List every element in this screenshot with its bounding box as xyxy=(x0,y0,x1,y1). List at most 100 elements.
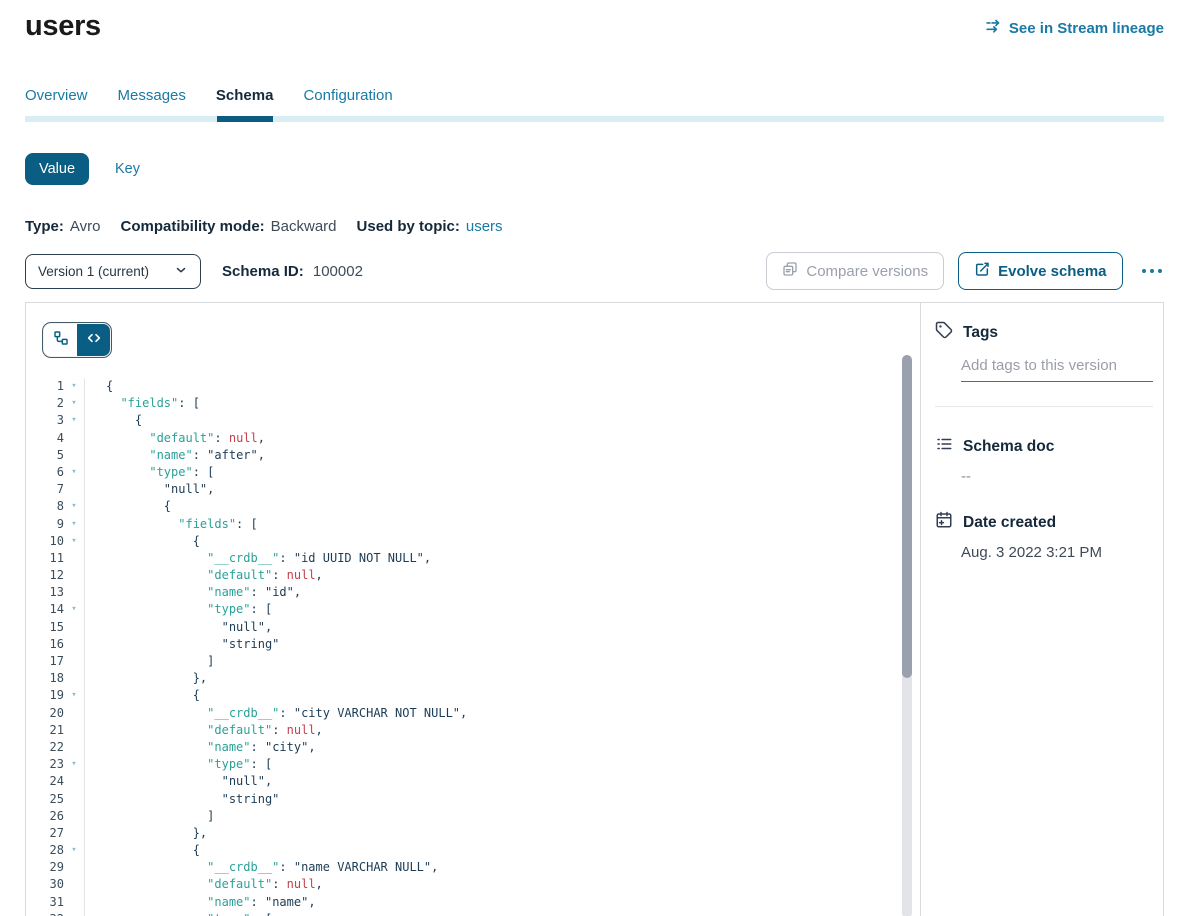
viewer-toggle xyxy=(43,323,111,357)
code-line: 11 "__crdb__": "id UUID NOT NULL", xyxy=(26,550,920,567)
caret-spacer xyxy=(64,859,84,876)
version-select[interactable]: Version 1 (current) xyxy=(25,254,201,289)
code-text: "__crdb__": "id UUID NOT NULL", xyxy=(84,550,920,567)
code-line: 18 }, xyxy=(26,670,920,687)
fold-caret-icon[interactable]: ▾ xyxy=(64,601,84,618)
more-options-button[interactable] xyxy=(1140,263,1165,280)
tab-schema[interactable]: Schema xyxy=(216,87,274,104)
compatibility-value: Backward xyxy=(271,218,337,235)
fold-caret-icon[interactable]: ▾ xyxy=(64,395,84,412)
schema-sidebar: Tags Schema doc -- xyxy=(921,303,1164,916)
tags-heading: Tags xyxy=(963,324,998,342)
date-created-section: Date created Aug. 3 2022 3:21 PM xyxy=(935,511,1153,561)
line-number: 17 xyxy=(26,653,64,670)
scrollbar-track[interactable] xyxy=(902,355,912,916)
type-label: Type: xyxy=(25,218,64,235)
code-line: 26 ] xyxy=(26,808,920,825)
code-view-button[interactable] xyxy=(77,324,110,356)
caret-spacer xyxy=(64,567,84,584)
scrollbar-thumb[interactable] xyxy=(902,355,912,678)
fold-caret-icon[interactable]: ▾ xyxy=(64,911,84,916)
list-icon xyxy=(935,435,953,458)
schema-page: users See in Stream lineage Overview Mes… xyxy=(0,0,1189,916)
fold-caret-icon[interactable]: ▾ xyxy=(64,842,84,859)
tree-view-button[interactable] xyxy=(44,324,77,356)
caret-spacer xyxy=(64,825,84,842)
schema-id-value: 100002 xyxy=(313,263,363,280)
code-text: { xyxy=(84,687,920,704)
fold-caret-icon[interactable]: ▾ xyxy=(64,687,84,704)
schema-panel: 1▾{2▾ "fields": [3▾ {4 "default": null,5… xyxy=(25,302,1164,916)
code-text: "name": "after", xyxy=(84,447,920,464)
code-line: 23▾ "type": [ xyxy=(26,756,920,773)
code-text: "null", xyxy=(84,773,920,790)
tab-messages[interactable]: Messages xyxy=(118,87,186,104)
code-text: }, xyxy=(84,670,920,687)
calendar-plus-icon xyxy=(935,511,953,534)
line-number: 8 xyxy=(26,498,64,515)
value-button[interactable]: Value xyxy=(25,153,89,185)
versions-icon xyxy=(782,261,798,281)
code-text: "__crdb__": "city VARCHAR NOT NULL", xyxy=(84,705,920,722)
line-number: 5 xyxy=(26,447,64,464)
tab-configuration[interactable]: Configuration xyxy=(303,87,392,104)
fold-caret-icon[interactable]: ▾ xyxy=(64,533,84,550)
code-line: 16 "string" xyxy=(26,636,920,653)
tags-section: Tags xyxy=(935,321,1153,407)
schema-meta: Type: Avro Compatibility mode: Backward … xyxy=(25,218,1164,235)
line-number: 29 xyxy=(26,859,64,876)
caret-spacer xyxy=(64,894,84,911)
code-line: 3▾ { xyxy=(26,412,920,429)
code-text: "type": [ xyxy=(84,756,920,773)
tags-input[interactable] xyxy=(961,357,1153,382)
code-text: "null", xyxy=(84,619,920,636)
fold-caret-icon[interactable]: ▾ xyxy=(64,756,84,773)
line-number: 2 xyxy=(26,395,64,412)
fold-caret-icon[interactable]: ▾ xyxy=(64,378,84,395)
tab-overview[interactable]: Overview xyxy=(25,87,88,104)
code-line: 24 "null", xyxy=(26,773,920,790)
code-text: "name": "city", xyxy=(84,739,920,756)
caret-spacer xyxy=(64,670,84,687)
tag-icon xyxy=(935,321,953,344)
line-number: 15 xyxy=(26,619,64,636)
fold-caret-icon[interactable]: ▾ xyxy=(64,498,84,515)
fold-caret-icon[interactable]: ▾ xyxy=(64,464,84,481)
date-created-heading: Date created xyxy=(963,514,1056,532)
value-key-toggle: Value Key xyxy=(25,153,1164,185)
code-line: 8▾ { xyxy=(26,498,920,515)
line-number: 11 xyxy=(26,550,64,567)
line-number: 21 xyxy=(26,722,64,739)
code-line: 13 "name": "id", xyxy=(26,584,920,601)
schema-id-label: Schema ID: xyxy=(222,263,304,280)
code-text: "type": [ xyxy=(84,464,920,481)
caret-spacer xyxy=(64,636,84,653)
active-tab-indicator xyxy=(217,116,273,122)
used-by-topic-label: Used by topic: xyxy=(357,218,460,235)
fold-caret-icon[interactable]: ▾ xyxy=(64,412,84,429)
code-text: "string" xyxy=(84,791,920,808)
line-number: 3 xyxy=(26,412,64,429)
topic-link[interactable]: users xyxy=(466,218,503,235)
code-line: 20 "__crdb__": "city VARCHAR NOT NULL", xyxy=(26,705,920,722)
code-line: 29 "__crdb__": "name VARCHAR NULL", xyxy=(26,859,920,876)
code-line: 14▾ "type": [ xyxy=(26,601,920,618)
code-text: { xyxy=(84,378,920,395)
evolve-schema-button[interactable]: Evolve schema xyxy=(958,252,1122,290)
code-line: 28▾ { xyxy=(26,842,920,859)
code-line: 7 "null", xyxy=(26,481,920,498)
code-text: "default": null, xyxy=(84,567,920,584)
line-number: 28 xyxy=(26,842,64,859)
stream-lineage-link[interactable]: See in Stream lineage xyxy=(985,18,1164,39)
key-button[interactable]: Key xyxy=(115,161,140,177)
compare-versions-button[interactable]: Compare versions xyxy=(766,252,944,290)
caret-spacer xyxy=(64,876,84,893)
code-text: }, xyxy=(84,825,920,842)
code-line: 27 }, xyxy=(26,825,920,842)
code-line: 6▾ "type": [ xyxy=(26,464,920,481)
page-header: users See in Stream lineage xyxy=(25,0,1164,43)
line-number: 18 xyxy=(26,670,64,687)
code-text: "type": [ xyxy=(84,601,920,618)
fold-caret-icon[interactable]: ▾ xyxy=(64,516,84,533)
code-text: { xyxy=(84,412,920,429)
